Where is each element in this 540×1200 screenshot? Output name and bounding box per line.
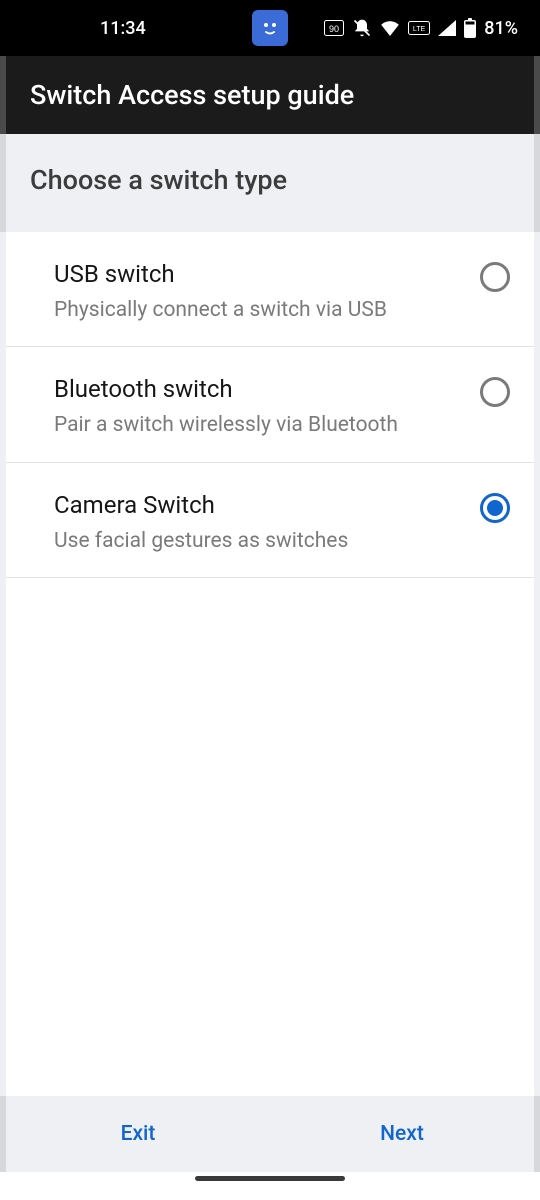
switch-type-list: USB switch Physically connect a switch v… bbox=[0, 232, 540, 578]
option-title: Bluetooth switch bbox=[54, 375, 464, 403]
option-desc: Use facial gestures as switches bbox=[54, 527, 464, 555]
volte-icon: LTE bbox=[408, 21, 430, 35]
option-title: Camera Switch bbox=[54, 491, 464, 519]
exit-button[interactable]: Exit bbox=[6, 1096, 270, 1172]
option-bluetooth-switch[interactable]: Bluetooth switch Pair a switch wirelessl… bbox=[6, 347, 534, 462]
radio-bluetooth[interactable] bbox=[480, 377, 510, 407]
svg-text:LTE: LTE bbox=[413, 26, 426, 33]
option-title: USB switch bbox=[54, 260, 464, 288]
signal-icon bbox=[438, 20, 456, 36]
face-app-icon bbox=[252, 10, 288, 46]
option-desc: Pair a switch wirelessly via Bluetooth bbox=[54, 411, 464, 439]
content-area bbox=[0, 578, 540, 1096]
gesture-handle[interactable] bbox=[195, 1176, 345, 1181]
refresh-rate-icon: 90 bbox=[324, 20, 344, 36]
svg-text:90: 90 bbox=[329, 24, 339, 34]
status-right-icons: 90 LTE 81% bbox=[324, 18, 518, 39]
status-bar: 11:34 90 LTE 81% bbox=[0, 0, 540, 56]
page-title: Switch Access setup guide bbox=[30, 79, 354, 111]
navigation-bar bbox=[0, 1172, 540, 1200]
option-usb-switch[interactable]: USB switch Physically connect a switch v… bbox=[6, 232, 534, 347]
option-desc: Physically connect a switch via USB bbox=[54, 296, 464, 324]
status-center-icons bbox=[252, 10, 288, 46]
button-bar: Exit Next bbox=[0, 1096, 540, 1172]
radio-camera[interactable] bbox=[480, 493, 510, 523]
app-bar: Switch Access setup guide bbox=[0, 56, 540, 134]
option-camera-switch[interactable]: Camera Switch Use facial gestures as swi… bbox=[6, 463, 534, 578]
next-button[interactable]: Next bbox=[270, 1096, 534, 1172]
battery-icon bbox=[464, 18, 476, 38]
battery-percent: 81% bbox=[484, 18, 518, 39]
notifications-off-icon bbox=[352, 18, 372, 38]
radio-usb[interactable] bbox=[480, 262, 510, 292]
status-time: 11:34 bbox=[100, 18, 146, 39]
wifi-icon bbox=[380, 20, 400, 36]
section-heading: Choose a switch type bbox=[0, 134, 540, 232]
